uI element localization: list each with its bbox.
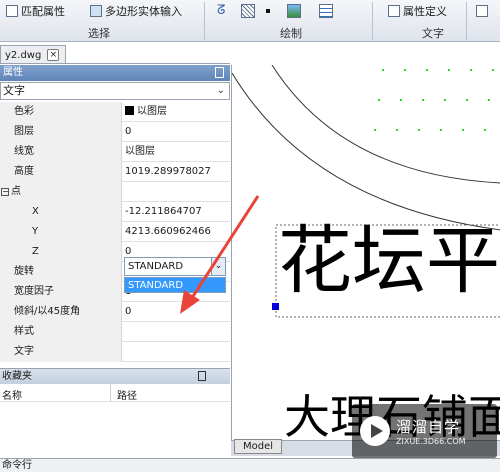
watermark: 溜溜自学 ZIXUE.3D66.COM [352, 404, 497, 458]
grid-dot [466, 99, 468, 101]
grid-dot [444, 99, 446, 101]
pin-icon[interactable] [215, 67, 224, 78]
properties-panel-title: 属性 [0, 65, 230, 81]
grid-dot [484, 129, 486, 131]
arrow-shaft [186, 195, 260, 305]
property-row-style[interactable]: 样式 [0, 322, 230, 342]
canvas-text-main[interactable]: 花坛平 [278, 213, 500, 309]
grid-dot [422, 99, 424, 101]
grid-dot [418, 129, 420, 131]
ribbon-separator [372, 2, 373, 40]
grid-dot [374, 129, 376, 131]
match-properties-button[interactable]: 匹配属性 [6, 2, 65, 19]
grid-dot [492, 69, 494, 71]
image-tool-button[interactable] [287, 2, 301, 19]
arrow-head [180, 290, 200, 314]
collapse-icon[interactable]: − [1, 188, 9, 196]
document-tab[interactable]: y2.dwg × [0, 45, 66, 64]
grid-dot [400, 99, 402, 101]
grid-dot [448, 69, 450, 71]
hatch-icon [241, 3, 255, 18]
pin-icon[interactable] [198, 371, 206, 381]
spline-icon: ᘔ [217, 3, 226, 18]
property-row-height[interactable]: 高度 1019.289978027 [0, 162, 230, 182]
column-header-path[interactable]: 路径 [117, 387, 137, 402]
attribute-definition-icon [388, 4, 400, 17]
column-header-name[interactable]: 名称 [2, 387, 22, 402]
grid-dot [440, 129, 442, 131]
model-tab[interactable]: Model [234, 439, 282, 454]
hatch-tool-button[interactable] [241, 2, 255, 19]
point-icon [266, 8, 270, 13]
table-tool-button[interactable] [319, 2, 333, 19]
ribbon-separator [204, 2, 205, 40]
group-label-draw: 绘制 [280, 27, 302, 40]
tabbar-divider [0, 63, 230, 64]
point-tool-button[interactable] [266, 2, 270, 19]
pencil-icon [476, 4, 488, 17]
grid-dot [382, 69, 384, 71]
property-row-lineweight[interactable]: 线宽 以图层 [0, 142, 230, 162]
property-row-layer[interactable]: 图层 0 [0, 122, 230, 142]
arc-outer [232, 72, 500, 231]
group-label-select: 选择 [88, 27, 110, 40]
grid-dots [374, 69, 494, 131]
column-divider[interactable] [110, 384, 111, 402]
edit-text-button[interactable] [476, 2, 488, 19]
brush-icon [6, 4, 18, 17]
polygon-solid-button[interactable]: 多边形实体输入 [90, 2, 182, 19]
property-row-color[interactable]: 色彩 以图层 [0, 102, 230, 122]
ribbon-toolbar: 匹配属性 多边形实体输入 选择 ᘔ 绘制 属性定义 文字 [0, 0, 500, 42]
grid-dot [404, 69, 406, 71]
polygon-solid-icon [90, 4, 102, 17]
arc-inner [271, 65, 500, 184]
close-icon[interactable]: × [47, 49, 60, 61]
grid-dot [462, 129, 464, 131]
favorites-panel: 收藏夹 名称 路径 [0, 368, 230, 458]
spline-tool-button[interactable]: ᘔ [217, 2, 225, 19]
command-line[interactable]: 命令行 [0, 458, 500, 472]
grid-dot [396, 129, 398, 131]
color-swatch-icon [125, 106, 134, 115]
property-row-text[interactable]: 文字 [0, 342, 230, 362]
ribbon-separator [466, 2, 467, 40]
table-icon [319, 3, 333, 18]
annotation-arrow [180, 195, 260, 314]
image-icon [287, 3, 301, 18]
grid-dot [426, 69, 428, 71]
favorites-header: 名称 路径 [0, 384, 230, 402]
watermark-url: ZIXUE.3D66.COM [396, 437, 466, 446]
document-tab-label: y2.dwg [5, 49, 42, 61]
grid-dot [488, 99, 490, 101]
grid-dot [470, 69, 472, 71]
play-logo-icon [360, 416, 390, 446]
drawing-canvas[interactable]: 花坛平 大理石铺面 [231, 65, 500, 440]
object-type-select[interactable]: 文字 ⌄ [0, 82, 230, 100]
grid-dot [378, 99, 380, 101]
watermark-title: 溜溜自学 [396, 418, 461, 436]
group-label-text: 文字 [422, 27, 444, 40]
favorites-panel-title: 收藏夹 [0, 369, 230, 384]
attribute-definition-button[interactable]: 属性定义 [388, 2, 447, 19]
chevron-down-icon: ⌄ [216, 85, 225, 96]
